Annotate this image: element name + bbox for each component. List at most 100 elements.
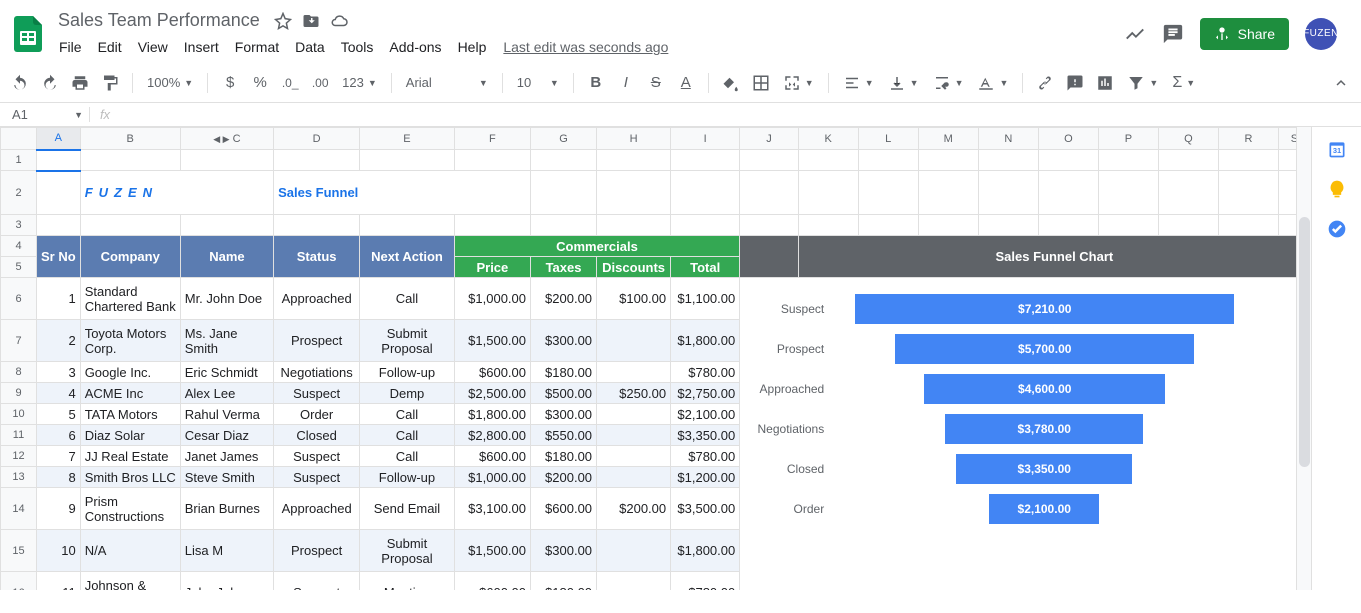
cell-name[interactable]: Brian Burnes	[180, 488, 273, 530]
cell-next-action[interactable]: Demp	[360, 383, 455, 404]
cell-discounts[interactable]: $100.00	[597, 278, 671, 320]
cell-srno[interactable]: 5	[37, 404, 81, 425]
cell-total[interactable]: $1,100.00	[671, 278, 740, 320]
keep-addon-icon[interactable]	[1327, 179, 1347, 199]
col-header-K[interactable]: K	[798, 128, 858, 150]
row-header-2[interactable]: 2	[1, 171, 37, 215]
text-color-icon[interactable]: A	[674, 71, 698, 95]
row-header-1[interactable]: 1	[1, 150, 37, 171]
cell-taxes[interactable]: $300.00	[531, 320, 597, 362]
cell-next-action[interactable]: Call	[360, 446, 455, 467]
cell-next-action[interactable]: Follow-up	[360, 362, 455, 383]
row-header-3[interactable]: 3	[1, 215, 37, 236]
share-button[interactable]: Share	[1200, 18, 1289, 50]
cell-total[interactable]: $780.00	[671, 572, 740, 591]
doc-title[interactable]: Sales Team Performance	[52, 8, 266, 33]
select-all-corner[interactable]	[1, 128, 37, 150]
cell-status[interactable]: Suspect	[274, 572, 360, 591]
cell-company[interactable]: JJ Real Estate	[80, 446, 180, 467]
last-edit-link[interactable]: Last edit was seconds ago	[503, 39, 668, 55]
filter-dropdown[interactable]: ▼	[1123, 72, 1162, 94]
insert-chart-icon[interactable]	[1093, 71, 1117, 95]
cell-total[interactable]: $1,800.00	[671, 320, 740, 362]
cell-name[interactable]: Rahul Verma	[180, 404, 273, 425]
col-header-I[interactable]: I	[671, 128, 740, 150]
cell-name[interactable]: Alex Lee	[180, 383, 273, 404]
row-header-12[interactable]: 12	[1, 446, 37, 467]
row-header-6[interactable]: 6	[1, 278, 37, 320]
col-header-L[interactable]: L	[858, 128, 918, 150]
move-icon[interactable]	[302, 12, 320, 30]
cell-status[interactable]: Approached	[274, 488, 360, 530]
col-header-N[interactable]: N	[978, 128, 1038, 150]
cell-next-action[interactable]: Send Email	[360, 488, 455, 530]
cell-discounts[interactable]: $200.00	[597, 488, 671, 530]
cell-status[interactable]: Approached	[274, 278, 360, 320]
cell-company[interactable]: TATA Motors	[80, 404, 180, 425]
account-avatar[interactable]: FUZEN	[1305, 18, 1337, 50]
italic-icon[interactable]: I	[614, 71, 638, 95]
cell-total[interactable]: $3,350.00	[671, 425, 740, 446]
row-header-8[interactable]: 8	[1, 362, 37, 383]
menu-insert[interactable]: Insert	[177, 35, 226, 59]
cell-company[interactable]: Toyota Motors Corp.	[80, 320, 180, 362]
cell-taxes[interactable]: $300.00	[531, 530, 597, 572]
cell-discounts[interactable]	[597, 425, 671, 446]
zoom-dropdown[interactable]: 100%▼	[143, 73, 197, 92]
col-header-J[interactable]: J	[740, 128, 799, 150]
merge-cells-dropdown[interactable]: ▼	[779, 72, 818, 94]
col-header-P[interactable]: P	[1098, 128, 1158, 150]
cell-status[interactable]: Prospect	[274, 530, 360, 572]
cell-srno[interactable]: 8	[37, 467, 81, 488]
cell-name[interactable]: John Johnson	[180, 572, 273, 591]
cell-taxes[interactable]: $200.00	[531, 278, 597, 320]
cell-name[interactable]: Eric Schmidt	[180, 362, 273, 383]
col-header-H[interactable]: H	[597, 128, 671, 150]
star-icon[interactable]	[274, 12, 292, 30]
print-icon[interactable]	[68, 71, 92, 95]
cell-taxes[interactable]: $180.00	[531, 362, 597, 383]
menu-view[interactable]: View	[131, 35, 175, 59]
col-header-E[interactable]: E	[360, 128, 455, 150]
decrease-decimal-icon[interactable]: .0_	[278, 71, 302, 95]
vertical-align-dropdown[interactable]: ▼	[884, 72, 923, 94]
row-header-4[interactable]: 4	[1, 236, 37, 257]
row-header-15[interactable]: 15	[1, 530, 37, 572]
col-header-F[interactable]: F	[454, 128, 530, 150]
calendar-addon-icon[interactable]: 31	[1327, 139, 1347, 159]
menu-addons[interactable]: Add-ons	[382, 35, 448, 59]
cell-discounts[interactable]	[597, 404, 671, 425]
menu-file[interactable]: File	[52, 35, 89, 59]
cell-taxes[interactable]: $200.00	[531, 467, 597, 488]
cell-discounts[interactable]: $250.00	[597, 383, 671, 404]
functions-dropdown[interactable]: Σ▼	[1168, 72, 1199, 94]
cell-price[interactable]: $1,000.00	[454, 467, 530, 488]
cell-discounts[interactable]	[597, 320, 671, 362]
col-header-O[interactable]: O	[1038, 128, 1098, 150]
cell-price[interactable]: $1,000.00	[454, 278, 530, 320]
cell-total[interactable]: $1,800.00	[671, 530, 740, 572]
cell-next-action[interactable]: Call	[360, 278, 455, 320]
cell-total[interactable]: $780.00	[671, 446, 740, 467]
col-header-M[interactable]: M	[918, 128, 978, 150]
cell-discounts[interactable]	[597, 362, 671, 383]
cell-srno[interactable]: 11	[37, 572, 81, 591]
cell-taxes[interactable]: $300.00	[531, 404, 597, 425]
cell-name[interactable]: Lisa M	[180, 530, 273, 572]
expand-toolbar-icon[interactable]	[1329, 71, 1353, 95]
cell-price[interactable]: $600.00	[454, 572, 530, 591]
increase-decimal-icon[interactable]: .00	[308, 71, 332, 95]
bold-icon[interactable]: B	[584, 71, 608, 95]
spreadsheet-grid[interactable]: AB◀ ▶ CDEFGHIJKLMNOPQRS12 FUZEN Sales Fu…	[0, 127, 1311, 590]
cell-next-action[interactable]: Submit Proposal	[360, 320, 455, 362]
percent-icon[interactable]: %	[248, 71, 272, 95]
row-header-9[interactable]: 9	[1, 383, 37, 404]
cell-srno[interactable]: 1	[37, 278, 81, 320]
cell-taxes[interactable]: $180.00	[531, 572, 597, 591]
cell-price[interactable]: $1,500.00	[454, 530, 530, 572]
strikethrough-icon[interactable]: S	[644, 71, 668, 95]
cell-next-action[interactable]: Submit Proposal	[360, 530, 455, 572]
currency-icon[interactable]: $	[218, 71, 242, 95]
scrollbar-thumb[interactable]	[1299, 217, 1310, 467]
cell-total[interactable]: $780.00	[671, 362, 740, 383]
